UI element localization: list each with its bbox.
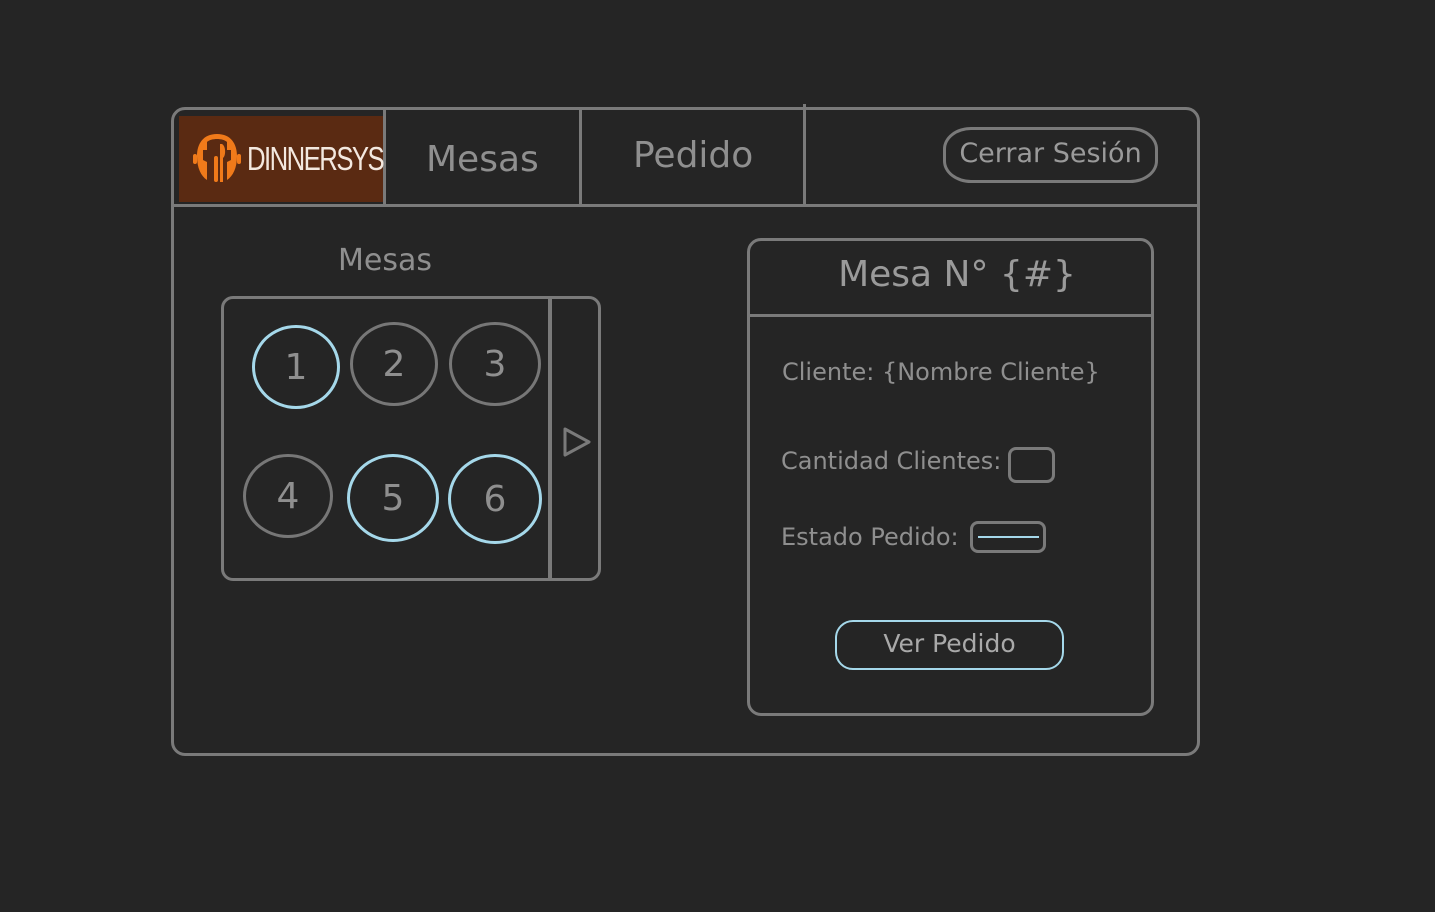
- nav-separator: [579, 110, 582, 206]
- table-button-4[interactable]: 4: [243, 454, 333, 538]
- table-button-5[interactable]: 5: [347, 454, 439, 542]
- table-button-6[interactable]: 6: [448, 454, 542, 544]
- order-status-indicator: [978, 536, 1039, 538]
- client-quantity-field[interactable]: [1008, 447, 1055, 483]
- table-button-3[interactable]: 3: [449, 322, 541, 406]
- tables-panel-separator: [548, 299, 552, 579]
- table-number: 5: [381, 477, 405, 519]
- fork-knife-logo-icon: [193, 130, 241, 188]
- detail-header-divider: [747, 314, 1154, 317]
- table-button-2[interactable]: 2: [350, 322, 438, 406]
- detail-title: Mesa N° {#}: [838, 254, 1076, 295]
- nav-tab-mesas[interactable]: Mesas: [426, 139, 539, 180]
- view-order-button[interactable]: Ver Pedido: [835, 620, 1064, 670]
- tables-section-title: Mesas: [338, 243, 432, 278]
- table-number: 1: [284, 346, 308, 388]
- logo-text: DINNERSYS: [247, 140, 385, 177]
- table-button-1[interactable]: 1: [252, 325, 340, 409]
- nav-tab-pedido[interactable]: Pedido: [633, 135, 753, 176]
- client-label: Cliente: {Nombre Cliente}: [782, 358, 1100, 386]
- header-divider: [171, 204, 1200, 207]
- table-number: 2: [382, 343, 406, 385]
- order-status-label: Estado Pedido:: [781, 523, 959, 551]
- table-number: 3: [483, 343, 507, 385]
- app-logo[interactable]: DINNERSYS: [179, 116, 385, 202]
- table-number: 4: [276, 475, 300, 517]
- table-number: 6: [483, 478, 507, 520]
- client-quantity-label: Cantidad Clientes:: [781, 447, 1002, 475]
- nav-separator: [803, 104, 806, 206]
- triangle-right-icon[interactable]: [562, 426, 592, 458]
- logout-button[interactable]: Cerrar Sesión: [943, 127, 1158, 183]
